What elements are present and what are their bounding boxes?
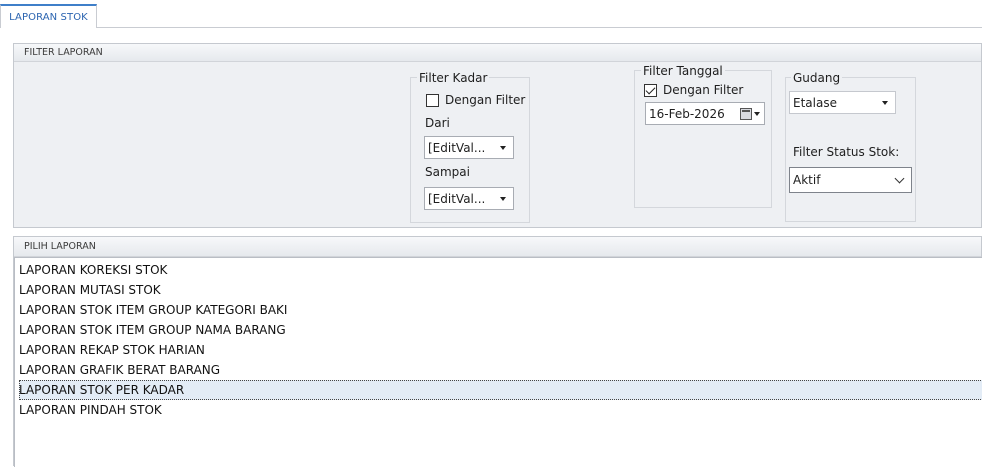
filter-tanggal-checkbox[interactable] xyxy=(644,84,657,97)
filter-tanggal-checkbox-label[interactable]: Dengan Filter xyxy=(663,83,743,97)
report-list-item-rekap-harian[interactable]: LAPORAN REKAP STOK HARIAN xyxy=(19,340,982,360)
chevron-down-icon xyxy=(500,196,506,201)
report-list-item-group-nama-barang[interactable]: LAPORAN STOK ITEM GROUP NAMA BARANG xyxy=(19,320,982,340)
filter-kadar-legend: Filter Kadar xyxy=(417,71,490,85)
gudang-value: Etalase xyxy=(793,95,837,110)
gudang-dropdown[interactable]: Etalase xyxy=(789,91,896,114)
report-list-item-mutasi[interactable]: LAPORAN MUTASI STOK xyxy=(19,280,982,300)
report-list-item-group-kategori-baki[interactable]: LAPORAN STOK ITEM GROUP KATEGORI BAKI xyxy=(19,300,982,320)
report-list-item-koreksi[interactable]: LAPORAN KOREKSI STOK xyxy=(19,260,982,280)
sampai-value: [EditVal... xyxy=(428,191,486,206)
chevron-down-icon xyxy=(500,145,506,150)
dari-value: [EditVal... xyxy=(428,140,486,155)
gudang-legend: Gudang xyxy=(791,71,843,85)
tab-laporan-stok[interactable]: LAPORAN STOK xyxy=(0,4,97,28)
filter-laporan-group: FILTER LAPORAN Filter Kadar Dengan Filte… xyxy=(13,43,982,228)
sampai-label: Sampai xyxy=(425,165,470,179)
chevron-down-icon xyxy=(754,111,760,116)
dari-label: Dari xyxy=(425,116,450,130)
calendar-icon xyxy=(740,107,752,120)
dari-dropdown[interactable]: [EditVal... xyxy=(424,136,514,159)
pilih-laporan-group: PILIH LAPORAN LAPORAN KOREKSI STOK LAPOR… xyxy=(13,236,982,467)
report-list: LAPORAN KOREKSI STOK LAPORAN MUTASI STOK… xyxy=(14,257,982,467)
pilih-laporan-title: PILIH LAPORAN xyxy=(14,237,981,257)
status-stok-value: Aktif xyxy=(793,173,821,187)
report-list-item-pindah-stok[interactable]: LAPORAN PINDAH STOK xyxy=(19,400,982,420)
chevron-down-icon xyxy=(894,173,905,183)
tanggal-date-picker[interactable]: 16-Feb-2026 xyxy=(645,102,765,125)
chevron-down-icon xyxy=(882,100,888,105)
sampai-dropdown[interactable]: [EditVal... xyxy=(424,187,514,210)
filter-status-stok-label: Filter Status Stok: xyxy=(793,145,900,159)
filter-kadar-checkbox[interactable] xyxy=(426,94,439,107)
filter-tanggal-legend: Filter Tanggal xyxy=(641,64,725,78)
tanggal-value: 16-Feb-2026 xyxy=(649,106,725,121)
report-list-item-grafik-berat[interactable]: LAPORAN GRAFIK BERAT BARANG xyxy=(19,360,982,380)
filter-laporan-title: FILTER LAPORAN xyxy=(14,44,981,62)
status-stok-dropdown[interactable]: Aktif xyxy=(789,167,912,193)
tab-strip: LAPORAN STOK xyxy=(0,0,982,28)
filter-kadar-checkbox-label[interactable]: Dengan Filter xyxy=(445,93,525,107)
report-list-item-per-kadar[interactable]: LAPORAN STOK PER KADAR xyxy=(19,380,982,400)
